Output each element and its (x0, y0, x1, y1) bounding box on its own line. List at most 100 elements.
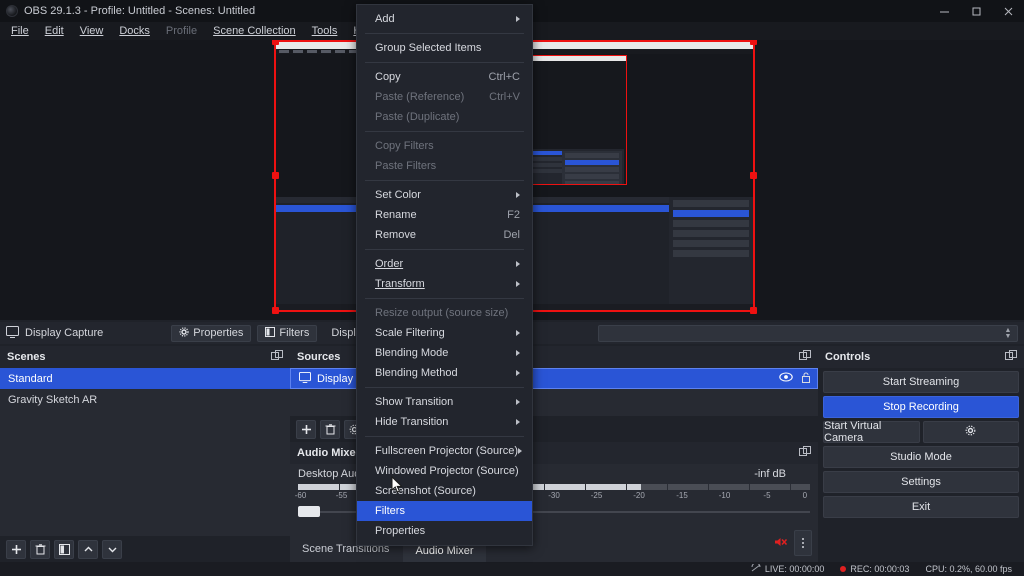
sources-title: Sources (297, 351, 341, 363)
exit-button[interactable]: Exit (823, 496, 1019, 518)
undock-icon[interactable] (799, 350, 811, 364)
undock-icon[interactable] (1005, 350, 1017, 364)
ctx-copy-filters: Copy Filters (357, 136, 532, 156)
ctx-blending-method[interactable]: Blending Method (357, 363, 532, 383)
scene-properties-button[interactable] (54, 539, 74, 559)
ctx-set-color-label: Set Color (375, 189, 421, 201)
scene-item-label: Gravity Sketch AR (8, 393, 98, 406)
numeric-spinbox[interactable]: ▲ ▼ (598, 325, 1018, 342)
obs-logo-icon (6, 5, 18, 17)
resize-handle-middle-left[interactable] (272, 172, 279, 179)
volume-fader-knob[interactable] (298, 506, 320, 517)
ctx-separator (365, 249, 524, 250)
virtual-camera-settings-button[interactable] (922, 421, 1019, 443)
studio-mode-button[interactable]: Studio Mode (823, 446, 1019, 468)
resize-handle-top-left[interactable] (272, 40, 279, 45)
chevron-right-icon (516, 261, 520, 267)
display-capture-icon (299, 371, 311, 386)
undock-icon[interactable] (799, 446, 811, 460)
stop-recording-button[interactable]: Stop Recording (823, 396, 1019, 418)
ctx-copy-filters-label: Copy Filters (375, 140, 434, 152)
ctx-filters[interactable]: Filters (357, 501, 532, 521)
ctx-screenshot-source-label: Screenshot (Source) (375, 485, 476, 497)
current-source-name: Display Capture (25, 327, 104, 339)
ctx-transform[interactable]: Transform (357, 274, 532, 294)
menu-edit[interactable]: Edit (38, 23, 71, 39)
ctx-remove[interactable]: Remove Del (357, 225, 532, 245)
start-streaming-button[interactable]: Start Streaming (823, 371, 1019, 393)
menu-scene-collection[interactable]: Scene Collection (206, 23, 303, 39)
move-scene-up-button[interactable] (78, 539, 98, 559)
ctx-show-transition[interactable]: Show Transition (357, 392, 532, 412)
audio-channel-controls (774, 530, 812, 556)
source-context-menu[interactable]: Add Group Selected Items Copy Ctrl+C Pas… (356, 4, 533, 546)
menu-profile-label: Profile (165, 25, 198, 37)
ctx-paste-filters-label: Paste Filters (375, 160, 437, 172)
unlocked-icon[interactable] (801, 372, 811, 386)
eye-icon[interactable] (779, 372, 793, 385)
undock-icon[interactable] (271, 350, 283, 364)
ctx-separator (365, 436, 524, 437)
chevron-right-icon (516, 16, 520, 22)
ctx-rename[interactable]: Rename F2 (357, 205, 532, 225)
menu-view-label: View (79, 25, 104, 37)
rec-status: REC: 00:00:03 (840, 564, 909, 574)
menu-view[interactable]: View (73, 23, 111, 39)
close-button[interactable] (992, 0, 1024, 22)
properties-button-label: Properties (193, 327, 244, 339)
rec-status-label: REC: 00:00:03 (850, 564, 910, 574)
cpu-status: CPU: 0.2%, 60.00 fps (925, 564, 1012, 574)
ctx-copy[interactable]: Copy Ctrl+C (357, 67, 532, 87)
resize-handle-middle-right[interactable] (750, 172, 757, 179)
ctx-order[interactable]: Order (357, 254, 532, 274)
vertical-dots-icon (802, 538, 804, 540)
ctx-properties[interactable]: Properties (357, 521, 532, 541)
ctx-group-selected-items[interactable]: Group Selected Items (357, 38, 532, 58)
chevron-right-icon (516, 330, 520, 336)
add-source-button[interactable] (296, 419, 316, 439)
scene-item-gravity-sketch-ar[interactable]: Gravity Sketch AR (0, 389, 290, 410)
filters-button[interactable]: Filters (257, 324, 318, 342)
settings-button[interactable]: Settings (823, 471, 1019, 493)
ctx-set-color[interactable]: Set Color (357, 185, 532, 205)
ctx-fullscreen-projector-label: Fullscreen Projector (Source) (375, 445, 519, 457)
ctx-separator (365, 131, 524, 132)
resize-handle-bottom-left[interactable] (272, 307, 279, 314)
audio-channel-menu-button[interactable] (794, 530, 812, 556)
ctx-separator (365, 387, 524, 388)
ctx-scale-filtering[interactable]: Scale Filtering (357, 323, 532, 343)
scenes-toolbar (0, 536, 290, 562)
ctx-fullscreen-projector[interactable]: Fullscreen Projector (Source) (357, 441, 532, 461)
ctx-add[interactable]: Add (357, 9, 532, 29)
resize-handle-top-right[interactable] (750, 40, 757, 45)
live-status: LIVE: 00:00:00 (751, 562, 824, 575)
db-tick: 0 (802, 491, 808, 500)
remove-source-button[interactable] (320, 419, 340, 439)
resize-handle-bottom-right[interactable] (750, 307, 757, 314)
ctx-scale-filtering-label: Scale Filtering (375, 327, 445, 339)
ctx-screenshot-source[interactable]: Screenshot (Source) (357, 481, 532, 501)
ctx-windowed-projector[interactable]: Windowed Projector (Source) (357, 461, 532, 481)
menu-docks[interactable]: Docks (112, 23, 157, 39)
menu-file[interactable]: File (4, 23, 36, 39)
spinner-arrows-icon[interactable]: ▲ ▼ (1002, 326, 1014, 341)
properties-button[interactable]: Properties (171, 324, 252, 342)
virtual-camera-row: Start Virtual Camera (823, 420, 1019, 444)
filters-button-label: Filters (279, 327, 310, 339)
menu-docks-label: Docks (119, 25, 150, 37)
start-virtual-camera-button[interactable]: Start Virtual Camera (823, 420, 920, 444)
ctx-blending-mode[interactable]: Blending Mode (357, 343, 532, 363)
scenes-list[interactable]: Standard Gravity Sketch AR (0, 368, 290, 536)
minimize-button[interactable] (928, 0, 960, 22)
menu-tools[interactable]: Tools (305, 23, 345, 39)
ctx-separator (365, 298, 524, 299)
maximize-button[interactable] (960, 0, 992, 22)
muted-speaker-icon[interactable] (774, 536, 788, 551)
ctx-hide-transition[interactable]: Hide Transition (357, 412, 532, 432)
add-scene-button[interactable] (6, 539, 26, 559)
remove-scene-button[interactable] (30, 539, 50, 559)
move-scene-down-button[interactable] (102, 539, 122, 559)
scene-item-standard[interactable]: Standard (0, 368, 290, 389)
ctx-add-label: Add (375, 13, 395, 25)
ctx-paste-filters: Paste Filters (357, 156, 532, 176)
